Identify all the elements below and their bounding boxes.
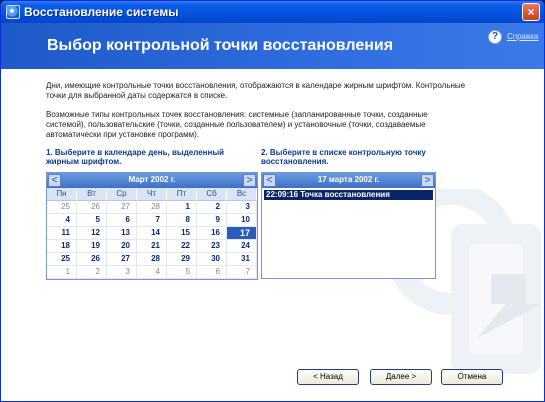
day-of-week-header: Ср	[107, 188, 137, 201]
calendar-day[interactable]: 25	[47, 253, 77, 266]
intro-paragraph-2: Возможные типы контрольных точек восстан…	[46, 110, 428, 139]
calendar-day[interactable]: 28	[137, 253, 167, 266]
calendar-day[interactable]: 2	[77, 266, 107, 279]
content-area: Дни, имеющие контрольные точки восстанов…	[1, 69, 544, 401]
calendar-day[interactable]: 26	[77, 201, 107, 214]
calendar-day[interactable]: 1	[47, 266, 77, 279]
calendar-day[interactable]: 1	[167, 201, 197, 214]
restore-list-date: 17 марта 2002 г.	[317, 175, 380, 184]
calendar-day[interactable]: 7	[227, 266, 257, 279]
calendar-day[interactable]: 2	[197, 201, 227, 214]
help-icon[interactable]: ?	[488, 30, 502, 44]
calendar-day[interactable]: 20	[107, 240, 137, 253]
calendar-day[interactable]: 26	[77, 253, 107, 266]
restore-list-next-day-button[interactable]: >	[421, 174, 434, 187]
restore-point-item[interactable]: 22:09:16 Точка восстановления	[264, 190, 433, 200]
page-header: Выбор контрольной точки восстановления ?…	[1, 23, 544, 69]
intro-text: Дни, имеющие контрольные точки восстанов…	[46, 81, 466, 149]
calendar-day[interactable]: 19	[77, 240, 107, 253]
calendar-day[interactable]: 8	[167, 214, 197, 227]
calendar-day[interactable]: 27	[107, 253, 137, 266]
calendar: < Март 2002 г. > Пн Вт Ср Чт Пт Сб Вс 25…	[46, 172, 258, 280]
day-of-week-header: Чт	[137, 188, 167, 201]
day-of-week-header: Пн	[47, 188, 77, 201]
next-button[interactable]: Далее >	[370, 369, 432, 385]
intro-paragraph-1: Дни, имеющие контрольные точки восстанов…	[46, 81, 466, 100]
calendar-month-label: Март 2002 г.	[128, 175, 176, 184]
calendar-day[interactable]: 29	[167, 253, 197, 266]
calendar-day[interactable]: 28	[137, 201, 167, 214]
calendar-day[interactable]: 25	[47, 201, 77, 214]
calendar-day[interactable]: 4	[137, 266, 167, 279]
calendar-day[interactable]: 15	[167, 227, 197, 240]
day-of-week-header: Сб	[197, 188, 227, 201]
calendar-day[interactable]: 6	[107, 214, 137, 227]
step2-instruction: 2. Выберите в списке контрольную точку в…	[261, 148, 426, 166]
calendar-day[interactable]: 7	[137, 214, 167, 227]
restore-list-header: < 17 марта 2002 г. >	[262, 173, 435, 188]
calendar-day[interactable]: 5	[77, 214, 107, 227]
calendar-header: < Март 2002 г. >	[47, 173, 257, 188]
window-title: Восстановление системы	[24, 5, 179, 19]
calendar-day[interactable]: 4	[47, 214, 77, 227]
calendar-day[interactable]: 27	[107, 201, 137, 214]
cancel-button[interactable]: Отмена	[441, 369, 503, 385]
restore-point-list: < 17 марта 2002 г. > 22:09:16 Точка восс…	[261, 172, 436, 279]
page-title: Выбор контрольной точки восстановления	[47, 37, 394, 54]
system-restore-window: Восстановление системы × Выбор контрольн…	[0, 0, 545, 402]
calendar-grid: Пн Вт Ср Чт Пт Сб Вс 25 26 27 28 1 2 3 4…	[47, 188, 257, 279]
calendar-next-month-button[interactable]: >	[243, 174, 256, 187]
calendar-day[interactable]: 5	[167, 266, 197, 279]
calendar-day[interactable]: 31	[227, 253, 257, 266]
calendar-day[interactable]: 22	[167, 240, 197, 253]
system-restore-icon	[6, 5, 20, 19]
calendar-day[interactable]: 14	[137, 227, 167, 240]
calendar-day[interactable]: 9	[197, 214, 227, 227]
calendar-day[interactable]: 6	[197, 266, 227, 279]
step1-instruction: 1. Выберите в календаре день, выделенный…	[46, 148, 225, 166]
calendar-day[interactable]: 13	[107, 227, 137, 240]
calendar-day[interactable]: 30	[197, 253, 227, 266]
calendar-day[interactable]: 16	[197, 227, 227, 240]
close-button[interactable]: ×	[522, 3, 540, 21]
calendar-day[interactable]: 3	[227, 201, 257, 214]
calendar-day[interactable]: 23	[197, 240, 227, 253]
calendar-day[interactable]: 18	[47, 240, 77, 253]
calendar-day[interactable]: 11	[47, 227, 77, 240]
day-of-week-header: Вт	[77, 188, 107, 201]
back-button[interactable]: < Назад	[297, 369, 359, 385]
calendar-day[interactable]: 24	[227, 240, 257, 253]
calendar-day[interactable]: 21	[137, 240, 167, 253]
help-link[interactable]: Справка	[507, 32, 538, 41]
calendar-day-selected[interactable]: 17	[227, 227, 257, 240]
calendar-day[interactable]: 3	[107, 266, 137, 279]
calendar-day[interactable]: 12	[77, 227, 107, 240]
day-of-week-header: Пт	[167, 188, 197, 201]
day-of-week-header: Вс	[227, 188, 257, 201]
title-bar: Восстановление системы ×	[1, 1, 544, 23]
calendar-day[interactable]: 10	[227, 214, 257, 227]
